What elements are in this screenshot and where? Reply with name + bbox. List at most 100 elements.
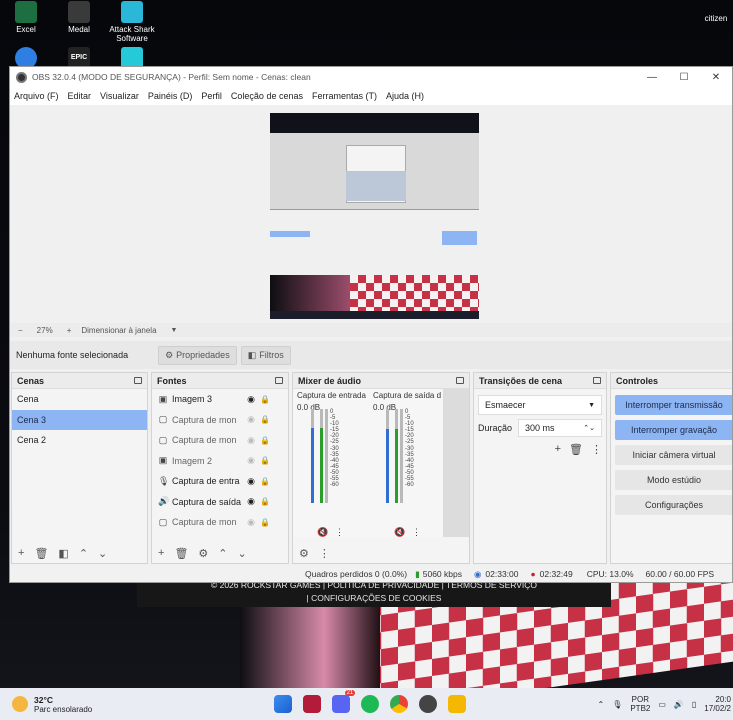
chrome-icon[interactable] — [390, 695, 409, 713]
lock-icon[interactable]: 🔒 — [258, 415, 272, 424]
desktop-icon-medal[interactable]: Medal — [49, 1, 109, 34]
properties-button[interactable]: ⚙ Propriedades — [158, 345, 237, 365]
rockstar-cookie-link[interactable]: | CONFIGURAÇÕES DE COOKIES — [137, 592, 611, 605]
trash-icon[interactable]: 🗑 — [174, 547, 188, 560]
more-icon[interactable]: ⋮ — [335, 527, 344, 538]
add-scene-icon[interactable]: + — [18, 547, 24, 559]
preview-area[interactable] — [10, 105, 732, 323]
chevron-up-icon[interactable]: ⌃ — [597, 700, 604, 709]
duration-input[interactable]: 300 ms ⌃⌄ — [518, 419, 602, 437]
menu-profile[interactable]: Perfil — [201, 91, 222, 101]
spotify-icon[interactable] — [361, 695, 380, 713]
maximize-button[interactable]: ☐ — [668, 72, 700, 83]
zoom-out-button[interactable]: − — [18, 326, 23, 335]
more-icon[interactable]: ⋮ — [412, 527, 421, 538]
mute-icon[interactable]: 🔇 — [317, 527, 328, 538]
float-icon[interactable] — [134, 377, 142, 384]
windows-start-icon[interactable] — [274, 695, 293, 713]
weather-widget[interactable]: 32°C Parc ensolarado — [12, 695, 92, 714]
scene-item[interactable]: Cena 2 — [12, 430, 147, 451]
menu-docks[interactable]: Painéis (D) — [148, 91, 193, 101]
scene-item[interactable]: Cena — [12, 389, 147, 410]
menu-help[interactable]: Ajuda (H) — [386, 91, 424, 101]
gear-icon[interactable]: ⚙ — [198, 547, 208, 560]
close-button[interactable]: ✕ — [700, 72, 732, 83]
trash-icon[interactable]: 🗑 — [569, 443, 583, 456]
lock-icon[interactable]: 🔒 — [258, 477, 272, 486]
eye-hidden-icon[interactable]: ◉ — [244, 414, 258, 425]
menu-tools[interactable]: Ferramentas (T) — [312, 91, 377, 101]
adobe-icon[interactable] — [303, 695, 322, 713]
lock-icon[interactable]: 🔒 — [258, 456, 272, 465]
zoom-mode[interactable]: Dimensionar à janela — [81, 326, 156, 335]
float-icon[interactable] — [456, 377, 464, 384]
move-up-icon[interactable]: ⌃ — [218, 547, 227, 560]
gear-icon[interactable]: ⚙ — [299, 547, 309, 560]
move-down-icon[interactable]: ⌄ — [98, 547, 107, 560]
settings-button[interactable]: Configurações — [615, 495, 732, 515]
eye-hidden-icon[interactable]: ◉ — [244, 517, 258, 528]
menu-scene-collection[interactable]: Coleção de cenas — [231, 91, 303, 101]
language-indicator[interactable]: POR PTB2 — [630, 695, 650, 713]
transition-select[interactable]: Esmaecer ▼ — [478, 395, 602, 415]
rockstar-icon[interactable] — [448, 695, 467, 713]
menu-edit[interactable]: Editar — [68, 91, 92, 101]
lock-icon[interactable]: 🔒 — [258, 518, 272, 527]
move-up-icon[interactable]: ⌃ — [79, 547, 88, 560]
source-item[interactable]: ▣ Imagem 2 ◉ 🔒 — [152, 451, 288, 472]
battery-icon[interactable]: ▯ — [692, 700, 696, 709]
monitor-icon[interactable]: ▭ — [658, 700, 666, 709]
menu-file[interactable]: Arquivo (F) — [14, 91, 59, 101]
filter-icon[interactable]: ◧ — [58, 547, 68, 560]
add-source-icon[interactable]: + — [158, 547, 164, 559]
more-icon[interactable]: ⋮ — [319, 547, 330, 560]
eye-icon[interactable]: ◉ — [244, 476, 258, 487]
lock-icon[interactable]: 🔒 — [258, 436, 272, 445]
source-item[interactable]: ▢ Captura de mon ◉ 🔒 — [152, 410, 288, 431]
eye-hidden-icon[interactable]: ◉ — [244, 435, 258, 446]
desktop-icon-attack-shark[interactable]: Attack Shark Software — [102, 1, 162, 43]
mute-icon[interactable]: 🔇 — [394, 527, 405, 538]
audio-mixer-dock: Mixer de áudio Captura de entrada 0.0 dB… — [292, 372, 470, 564]
float-icon[interactable] — [593, 377, 601, 384]
source-item[interactable]: 🎙 Captura de entra ◉ 🔒 — [152, 471, 288, 492]
lock-icon[interactable]: 🔒 — [258, 497, 272, 506]
source-item[interactable]: ▢ Captura de mon ◉ 🔒 — [152, 512, 288, 533]
trash-icon[interactable]: 🗑 — [34, 547, 48, 560]
scene-item-selected[interactable]: Cena 3 — [12, 409, 147, 430]
eye-icon[interactable]: ◉ — [244, 394, 258, 405]
filters-button[interactable]: ◧ Filtros — [240, 345, 291, 365]
eye-icon[interactable]: ◉ — [244, 496, 258, 507]
stepper-icon[interactable]: ⌃⌄ — [583, 424, 595, 432]
volume-fill — [395, 429, 398, 503]
source-item[interactable]: 🔊 Captura de saída ◉ 🔒 — [152, 492, 288, 513]
eye-hidden-icon[interactable]: ◉ — [244, 455, 258, 466]
source-item[interactable]: ▣ Imagem 3 ◉ 🔒 — [152, 389, 288, 410]
source-item[interactable]: ▢ Captura de mon ◉ 🔒 — [152, 430, 288, 451]
obs-icon[interactable] — [419, 695, 438, 713]
clock[interactable]: 20:0 17/02/2 — [704, 695, 731, 713]
more-icon[interactable]: ⋮ — [591, 443, 602, 456]
menu-view[interactable]: Visualizar — [100, 91, 139, 101]
add-transition-icon[interactable]: + — [555, 443, 561, 456]
minimize-button[interactable]: — — [636, 72, 668, 83]
microphone-icon[interactable]: 🎙 — [612, 700, 622, 709]
discord-icon[interactable]: 21 — [332, 690, 356, 713]
volume-meter-2[interactable]: 0 -5 -10 -15 -20 -25 -30 -35 -40 -45 -50 -55 -60 — [386, 409, 432, 505]
stop-streaming-button[interactable]: Interromper transmissão — [615, 395, 732, 415]
stop-recording-button[interactable]: Interromper gravação — [615, 420, 732, 440]
volume-icon[interactable]: 🔊 — [674, 700, 684, 709]
float-icon[interactable] — [275, 377, 283, 384]
desktop-icon-excel[interactable]: Excel — [0, 1, 56, 34]
volume-meter-1[interactable]: 0 -5 -10 -15 -20 -25 -30 -35 -40 -45 -50 -55 -60 — [311, 409, 357, 505]
studio-mode-button[interactable]: Modo estúdio — [615, 470, 732, 490]
move-down-icon[interactable]: ⌄ — [238, 547, 247, 560]
lock-icon[interactable]: 🔒 — [258, 395, 272, 404]
chevron-down-icon[interactable]: ▼ — [171, 327, 178, 334]
desktop-icon-citizen[interactable]: citizen — [686, 14, 733, 23]
zoom-in-button[interactable]: + — [67, 326, 72, 335]
notification-badge: 21 — [344, 690, 356, 696]
title-bar[interactable]: OBS 32.0.4 (MODO DE SEGURANÇA) - Perfil:… — [10, 67, 732, 87]
start-virtual-camera-button[interactable]: Iniciar câmera virtual — [615, 445, 732, 465]
weather-temp: 32°C — [34, 694, 53, 705]
